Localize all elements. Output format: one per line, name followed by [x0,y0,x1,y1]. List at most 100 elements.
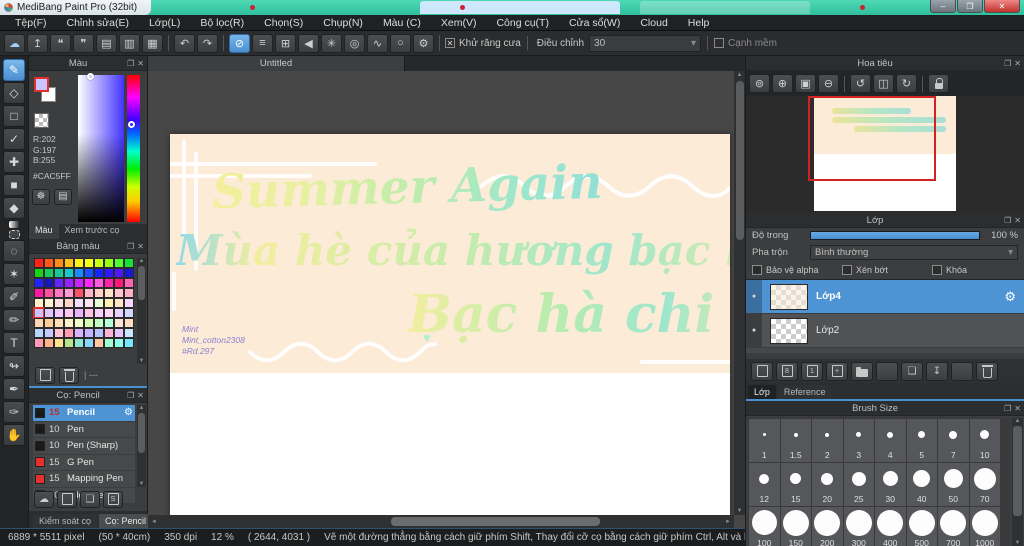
document-tab[interactable]: Untitled [148,56,405,71]
brush-row[interactable]: 15 Mapping Pen ⚙ [33,471,135,488]
add-color-button[interactable] [35,366,55,384]
palette-swatch[interactable] [114,268,124,278]
duplicate-layer-button[interactable]: ❏ [901,361,923,381]
close-icon[interactable]: ✕ [137,391,144,400]
palette-swatch[interactable] [114,328,124,338]
palette-swatch[interactable] [74,298,84,308]
canvas-viewport[interactable]: Summer Again Mùa hè của hương bạc hà Bạc… [148,71,745,528]
canvas-horizontal-scrollbar[interactable]: ◄ ► [148,515,734,528]
scroll-down-icon[interactable]: ▼ [736,507,744,515]
eyedropper-tool[interactable]: ✑ [3,401,25,423]
popout-icon[interactable]: ❐ [127,242,134,251]
gradient-tool[interactable] [8,220,20,229]
scroll-up-icon[interactable]: ▲ [139,405,145,411]
zoom-in-button[interactable]: ⊕ [772,74,793,93]
lasso-select-tool[interactable]: ◌ [3,240,25,262]
palette-swatch[interactable] [104,338,114,348]
brush-size-cell[interactable]: 5 [906,419,937,462]
lock-checkbox[interactable]: Khóa [932,265,1018,275]
gallery-button[interactable]: ▥ [119,33,140,53]
brush-size-cell[interactable]: 200 [812,507,843,546]
palette-swatch[interactable] [64,268,74,278]
palette-swatch[interactable] [124,258,134,268]
palette-swatch[interactable] [74,328,84,338]
minimize-button[interactable]: – [930,0,956,13]
rect-tool[interactable]: □ [3,105,25,127]
menu-item[interactable]: Màu (C) [374,16,430,30]
brush-tool[interactable]: ✎ [3,59,25,81]
palette-swatch[interactable] [84,278,94,288]
menu-item[interactable]: Bộ lọc(R) [191,16,253,30]
palette-swatch[interactable] [44,258,54,268]
menu-item[interactable]: Help [679,16,719,30]
brush-size-cell[interactable]: 30 [875,463,906,506]
palette-swatch[interactable] [44,308,54,318]
brush-size-cell[interactable]: 100 [749,507,780,546]
close-icon[interactable]: ✕ [1014,59,1021,68]
export-button[interactable]: ↥ [27,33,48,53]
palette-swatch[interactable] [114,278,124,288]
palette-swatch[interactable] [74,258,84,268]
brush-size-cell[interactable]: 25 [843,463,874,506]
palette-swatch[interactable] [64,308,74,318]
palette-swatch[interactable] [114,298,124,308]
chat-button[interactable]: ❞ [73,33,94,53]
tab-brush-list[interactable]: Cọ: Pencil [99,514,153,528]
brush-size-cell[interactable]: 70 [969,463,1000,506]
scroll-right-icon[interactable]: ► [724,518,732,526]
popout-icon[interactable]: ❐ [1004,216,1011,225]
cloud-save-button[interactable]: ☁ [4,33,25,53]
brush-size-cell[interactable]: 150 [780,507,811,546]
tab-brush-preview[interactable]: Xem trước cọ [58,224,126,239]
pen-tool[interactable]: ✒ [3,378,25,400]
duplicate-brush-button[interactable]: ❏ [80,490,100,508]
layer-visibility-dot[interactable]: ● [746,280,762,313]
layer-visibility-dot[interactable]: ● [746,314,762,347]
gear-icon[interactable]: ⚙ [1004,289,1016,305]
alpha-protect-checkbox[interactable]: Bảo vệ alpha [752,265,838,275]
brush-size-cell[interactable]: 15 [780,463,811,506]
menu-item[interactable]: Chỉnh sửa(E) [58,16,138,30]
saturation-value-picker[interactable] [78,73,124,222]
palette-swatch[interactable] [74,308,84,318]
palette-swatch[interactable] [74,288,84,298]
palette-swatch[interactable] [124,308,134,318]
scrollbar-thumb[interactable] [138,413,145,453]
palette-swatch[interactable] [84,308,94,318]
palette-swatch[interactable] [104,268,114,278]
tab-layers[interactable]: Lớp [748,385,776,399]
snap-vanishing-button[interactable]: ◀ [298,33,319,53]
palette-swatch[interactable] [124,268,134,278]
brush-size-cell[interactable]: 4 [875,419,906,462]
brush-size-cell[interactable]: 40 [906,463,937,506]
palette-swatch[interactable] [84,338,94,348]
palette-swatch[interactable] [84,258,94,268]
menu-item[interactable]: Tệp(F) [6,16,56,30]
palette-swatch[interactable] [114,288,124,298]
divide-tool[interactable]: ✓ [3,128,25,150]
palette-swatch[interactable] [114,338,124,348]
scroll-left-icon[interactable]: ◄ [150,518,158,526]
palette-swatch[interactable] [54,278,64,288]
palette-swatch[interactable] [104,278,114,288]
palette-scrollbar[interactable]: ▲ ▼ [137,258,146,364]
brush-size-cell[interactable]: 50 [938,463,969,506]
brush-size-cell[interactable]: 2 [812,419,843,462]
brush-size-cell[interactable]: 400 [875,507,906,546]
foreground-color-swatch[interactable] [34,77,49,92]
close-icon[interactable]: ✕ [1014,216,1021,225]
rotate-ccw-button[interactable]: ↺ [850,74,871,93]
scrollbar-thumb[interactable] [1013,426,1022,516]
new-8bit-layer-button[interactable]: 8 [776,361,798,381]
brush-size-cell[interactable]: 20 [812,463,843,506]
palette-swatch[interactable] [94,258,104,268]
palette-swatch[interactable] [34,328,44,338]
palette-swatch[interactable] [34,258,44,268]
palette-swatch[interactable] [54,298,64,308]
snap-curve-button[interactable]: ∿ [367,33,388,53]
palette-swatch[interactable] [44,288,54,298]
tab-color[interactable]: Màu [29,224,59,239]
palette-swatch[interactable] [44,338,54,348]
palette-swatch[interactable] [124,338,134,348]
close-icon[interactable]: ✕ [137,59,144,68]
